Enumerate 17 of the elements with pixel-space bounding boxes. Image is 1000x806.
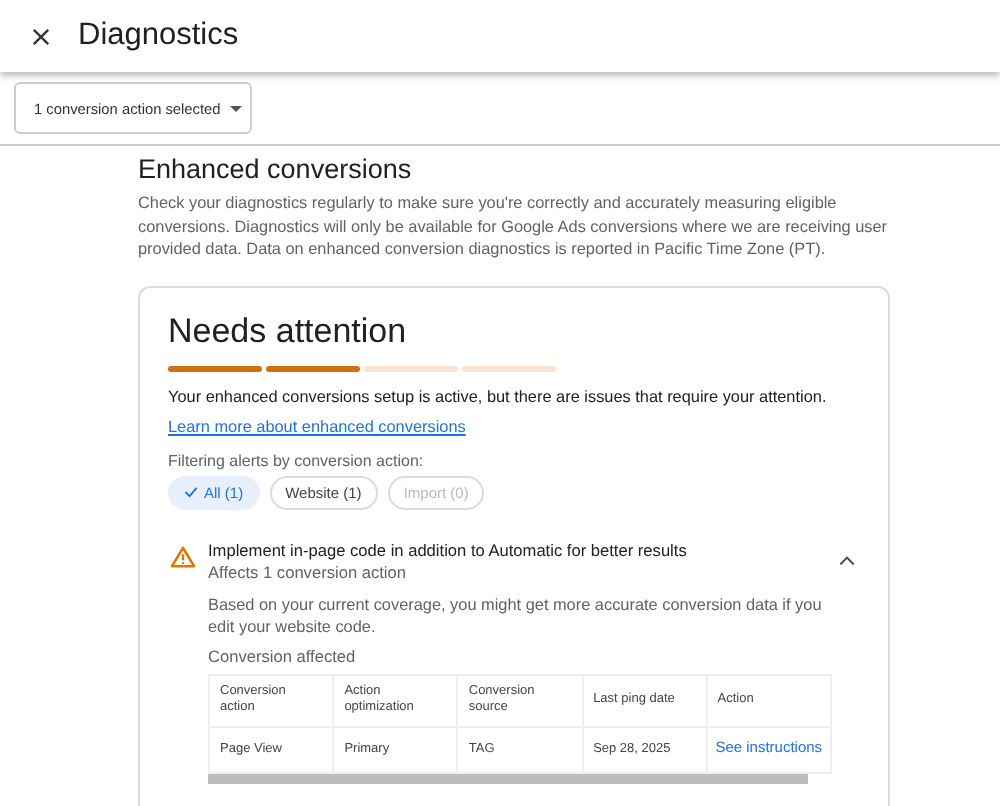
chevron-icon[interactable] <box>838 555 856 565</box>
section-description: Check your diagnostics regularly to make sure you're correctly and accurately measuring eligible conversions. Diagnostics will only be available for Google Ads conversions where we are receiving user provided data. Data on enhanced conversion diagnostics is reported in Pacific Time Zone (PT). <box>138 192 888 261</box>
filter-label: Filtering alerts by conversion action: <box>168 451 426 469</box>
alert-subtitle: Affects 1 conversion action <box>208 561 409 581</box>
learn-more-link[interactable]: Learn more about enhanced conversions <box>168 417 466 435</box>
close-icon[interactable] <box>32 27 50 45</box>
page-title: Diagnostics <box>78 18 239 54</box>
alert-title: Implement in-page code in addition to Automatic for better results <box>208 539 689 559</box>
warning-icon <box>170 545 196 567</box>
check-icon <box>184 486 198 498</box>
caret-icon <box>230 105 243 111</box>
alert-description: Based on your current coverage, you might get more accurate conversion data if you edit your website code. <box>208 593 824 639</box>
card-title: Needs attention <box>168 311 409 351</box>
table-title: Conversion affected <box>208 645 358 665</box>
section-title: Enhanced conversions <box>138 154 414 184</box>
status-message: Your enhanced conversions setup is active, but there are issues that require your attention. <box>168 387 829 405</box>
scrollbar[interactable] <box>208 773 808 783</box>
